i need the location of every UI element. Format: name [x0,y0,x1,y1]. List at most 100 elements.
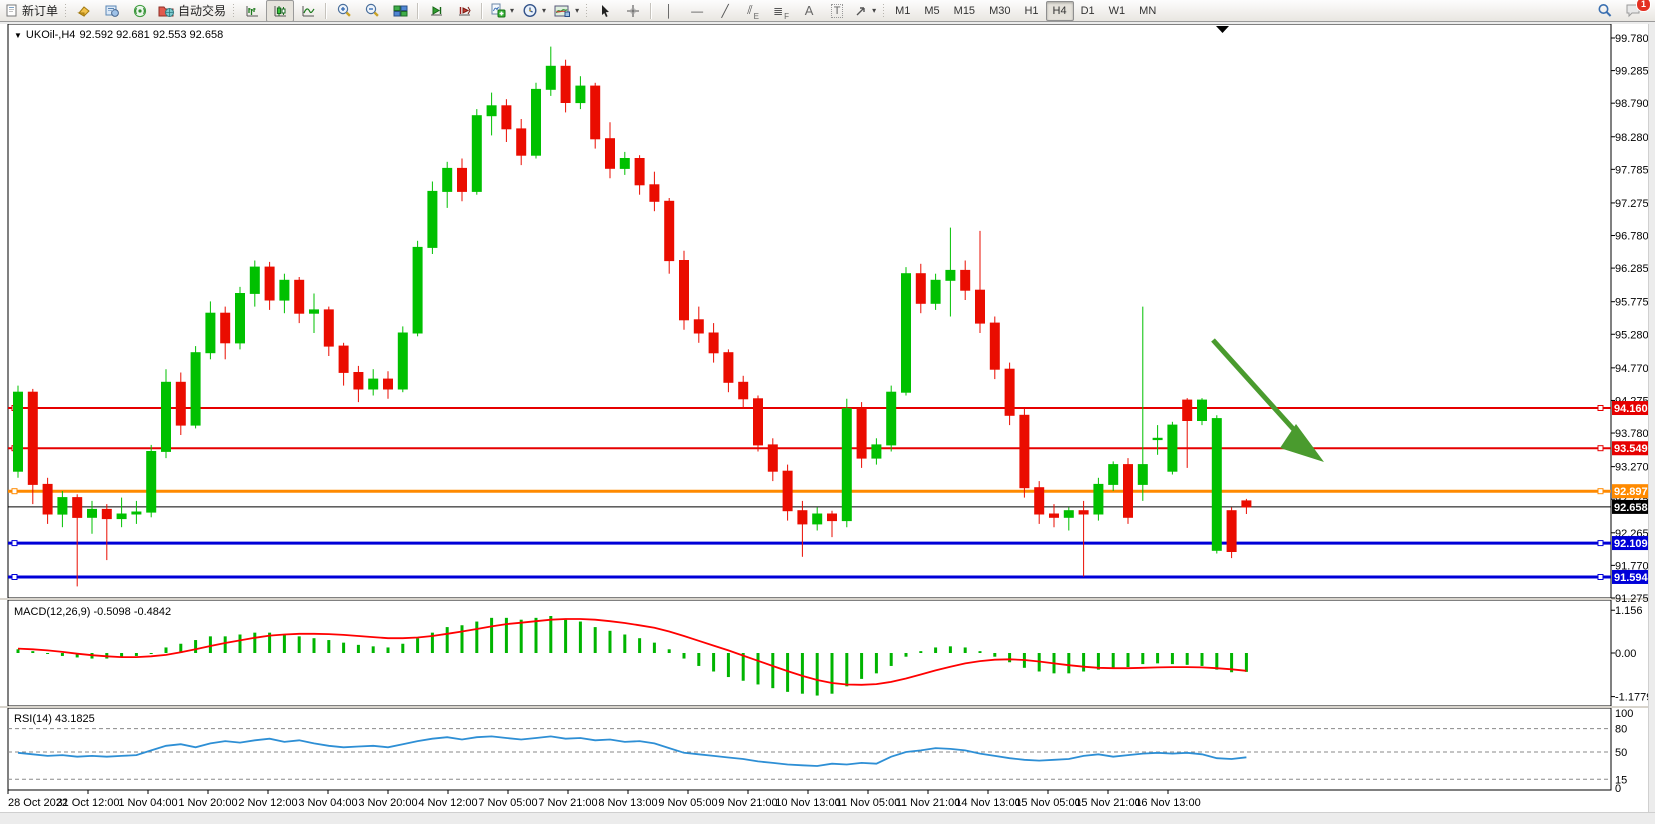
time-axis-label: 9 Nov 21:00 [718,797,777,809]
candle-body [324,310,333,346]
axis-label: 92.897 [1614,486,1648,498]
time-axis-label: 14 Nov 13:00 [955,797,1020,809]
time-axis-label: 2 Nov 12:00 [238,797,297,809]
price-axis[interactable]: 99.78099.28598.79098.28097.78597.27596.7… [1611,33,1652,795]
zoom-out-button[interactable] [358,0,386,22]
gold-book-icon [76,4,92,18]
bar-chart-icon [245,4,260,18]
macd-histogram-bar [461,625,464,653]
chart-symbol-timeframe: UKOil-,H4 [26,29,76,41]
timeframe-d1-button[interactable]: D1 [1074,1,1102,21]
candle-body [502,106,511,129]
templates-button[interactable]: ▾ [550,0,583,22]
candle-body [754,399,763,445]
macd-histogram-bar [801,653,804,694]
new-order-button[interactable]: 新订单 [2,0,62,22]
macd-histogram-bar [993,653,996,657]
add-indicator-caret-icon: ▾ [510,6,514,15]
crosshair-tool-button[interactable] [619,0,647,22]
chart-shift-button[interactable] [450,0,478,22]
shapes-arrow-icon [855,4,868,17]
timeframe-mn-button[interactable]: MN [1132,1,1163,21]
horizontal-line-tool-button[interactable]: — [683,0,711,22]
auto-trading-icon [158,4,175,18]
mt4-terminal: 新订单 自动交易 [0,0,1655,824]
axis-label: 98.280 [1615,132,1649,144]
channel-tool-button[interactable]: ⫽E [739,0,767,22]
line-handle[interactable] [12,575,17,580]
line-chart-mode-button[interactable] [294,0,322,22]
line-handle[interactable] [1598,541,1603,546]
time-axis-label: 9 Nov 05:00 [658,797,717,809]
line-handle[interactable] [12,541,17,546]
fibonacci-tool-button[interactable]: ≣F [767,0,795,22]
time-axis[interactable]: 28 Oct 202231 Oct 12:001 Nov 04:001 Nov … [8,790,1201,809]
candle-body [517,129,526,155]
candle-body [58,498,67,514]
market-watch-button[interactable] [70,0,98,22]
candle-body [532,89,541,155]
status-strip [0,812,1655,824]
candle-body [487,106,496,116]
auto-scroll-button[interactable] [422,0,450,22]
macd-histogram-bar [1201,653,1204,666]
line-handle[interactable] [1598,446,1603,451]
timeframe-m15-button[interactable]: M15 [947,1,982,21]
pane-separator[interactable] [0,706,1655,708]
data-window-button[interactable] [98,0,126,22]
pane-separator[interactable] [0,598,1655,600]
candle-body [1153,438,1162,439]
zoom-in-button[interactable] [330,0,358,22]
timeframe-m1-button[interactable]: M1 [888,1,917,21]
candle-body [842,409,851,521]
axis-label: 91.594 [1614,572,1649,584]
macd-histogram-bar [697,653,700,666]
notifications-button[interactable]: 1 [1619,0,1647,22]
macd-histogram-bar [757,653,760,684]
candle-body [384,379,393,389]
periods-clock-icon [522,3,538,18]
toolbar-grip [232,3,236,19]
macd-histogram-bar [31,651,34,653]
time-axis-label: 3 Nov 04:00 [298,797,357,809]
timeframe-w1-button[interactable]: W1 [1102,1,1133,21]
new-order-label: 新订单 [22,2,58,19]
chart-title: ▼ UKOil-,H4 92.592 92.681 92.553 92.658 [14,29,223,41]
chart-title-caret-icon[interactable]: ▼ [14,31,22,40]
line-handle[interactable] [1598,406,1603,411]
toolbar-separator [650,3,652,19]
auto-trading-button[interactable]: 自动交易 [154,0,230,22]
signals-button[interactable] [126,0,154,22]
candle-body [176,382,185,425]
tile-windows-button[interactable] [386,0,414,22]
vertical-line-tool-button[interactable]: │ [655,0,683,22]
candle-body [828,514,837,521]
bar-chart-mode-button[interactable] [238,0,266,22]
timeframe-h1-button[interactable]: H1 [1017,1,1045,21]
macd-histogram-bar [313,638,316,653]
timeframe-m30-button[interactable]: M30 [982,1,1017,21]
axis-label: 1.156 [1615,605,1643,617]
trendline-tool-button[interactable]: ╱ [711,0,739,22]
timeframe-h4-button[interactable]: H4 [1046,1,1074,21]
timeframe-m5-button[interactable]: M5 [917,1,946,21]
shapes-tool-button[interactable]: ▾ [851,0,880,22]
add-indicator-button[interactable]: ▾ [486,0,518,22]
candlestick-mode-button[interactable] [266,0,294,22]
candle-body [221,313,230,343]
cursor-tool-button[interactable] [591,0,619,22]
search-button[interactable] [1591,0,1619,22]
macd-histogram-bar [490,618,493,653]
line-handle[interactable] [1598,575,1603,580]
text-tool-button[interactable]: A [795,0,823,22]
periods-button[interactable]: ▾ [518,0,550,22]
time-axis-label: 11 Nov 05:00 [836,797,901,809]
label-tool-button[interactable]: T [823,0,851,22]
candle-body [768,445,777,471]
line-handle[interactable] [12,489,17,494]
axis-label: 99.780 [1615,33,1649,45]
vertical-line-icon: │ [665,4,673,18]
rsi-indicator-label: RSI(14) 43.1825 [14,713,95,725]
line-handle[interactable] [1598,489,1603,494]
candle-body [1227,511,1236,552]
